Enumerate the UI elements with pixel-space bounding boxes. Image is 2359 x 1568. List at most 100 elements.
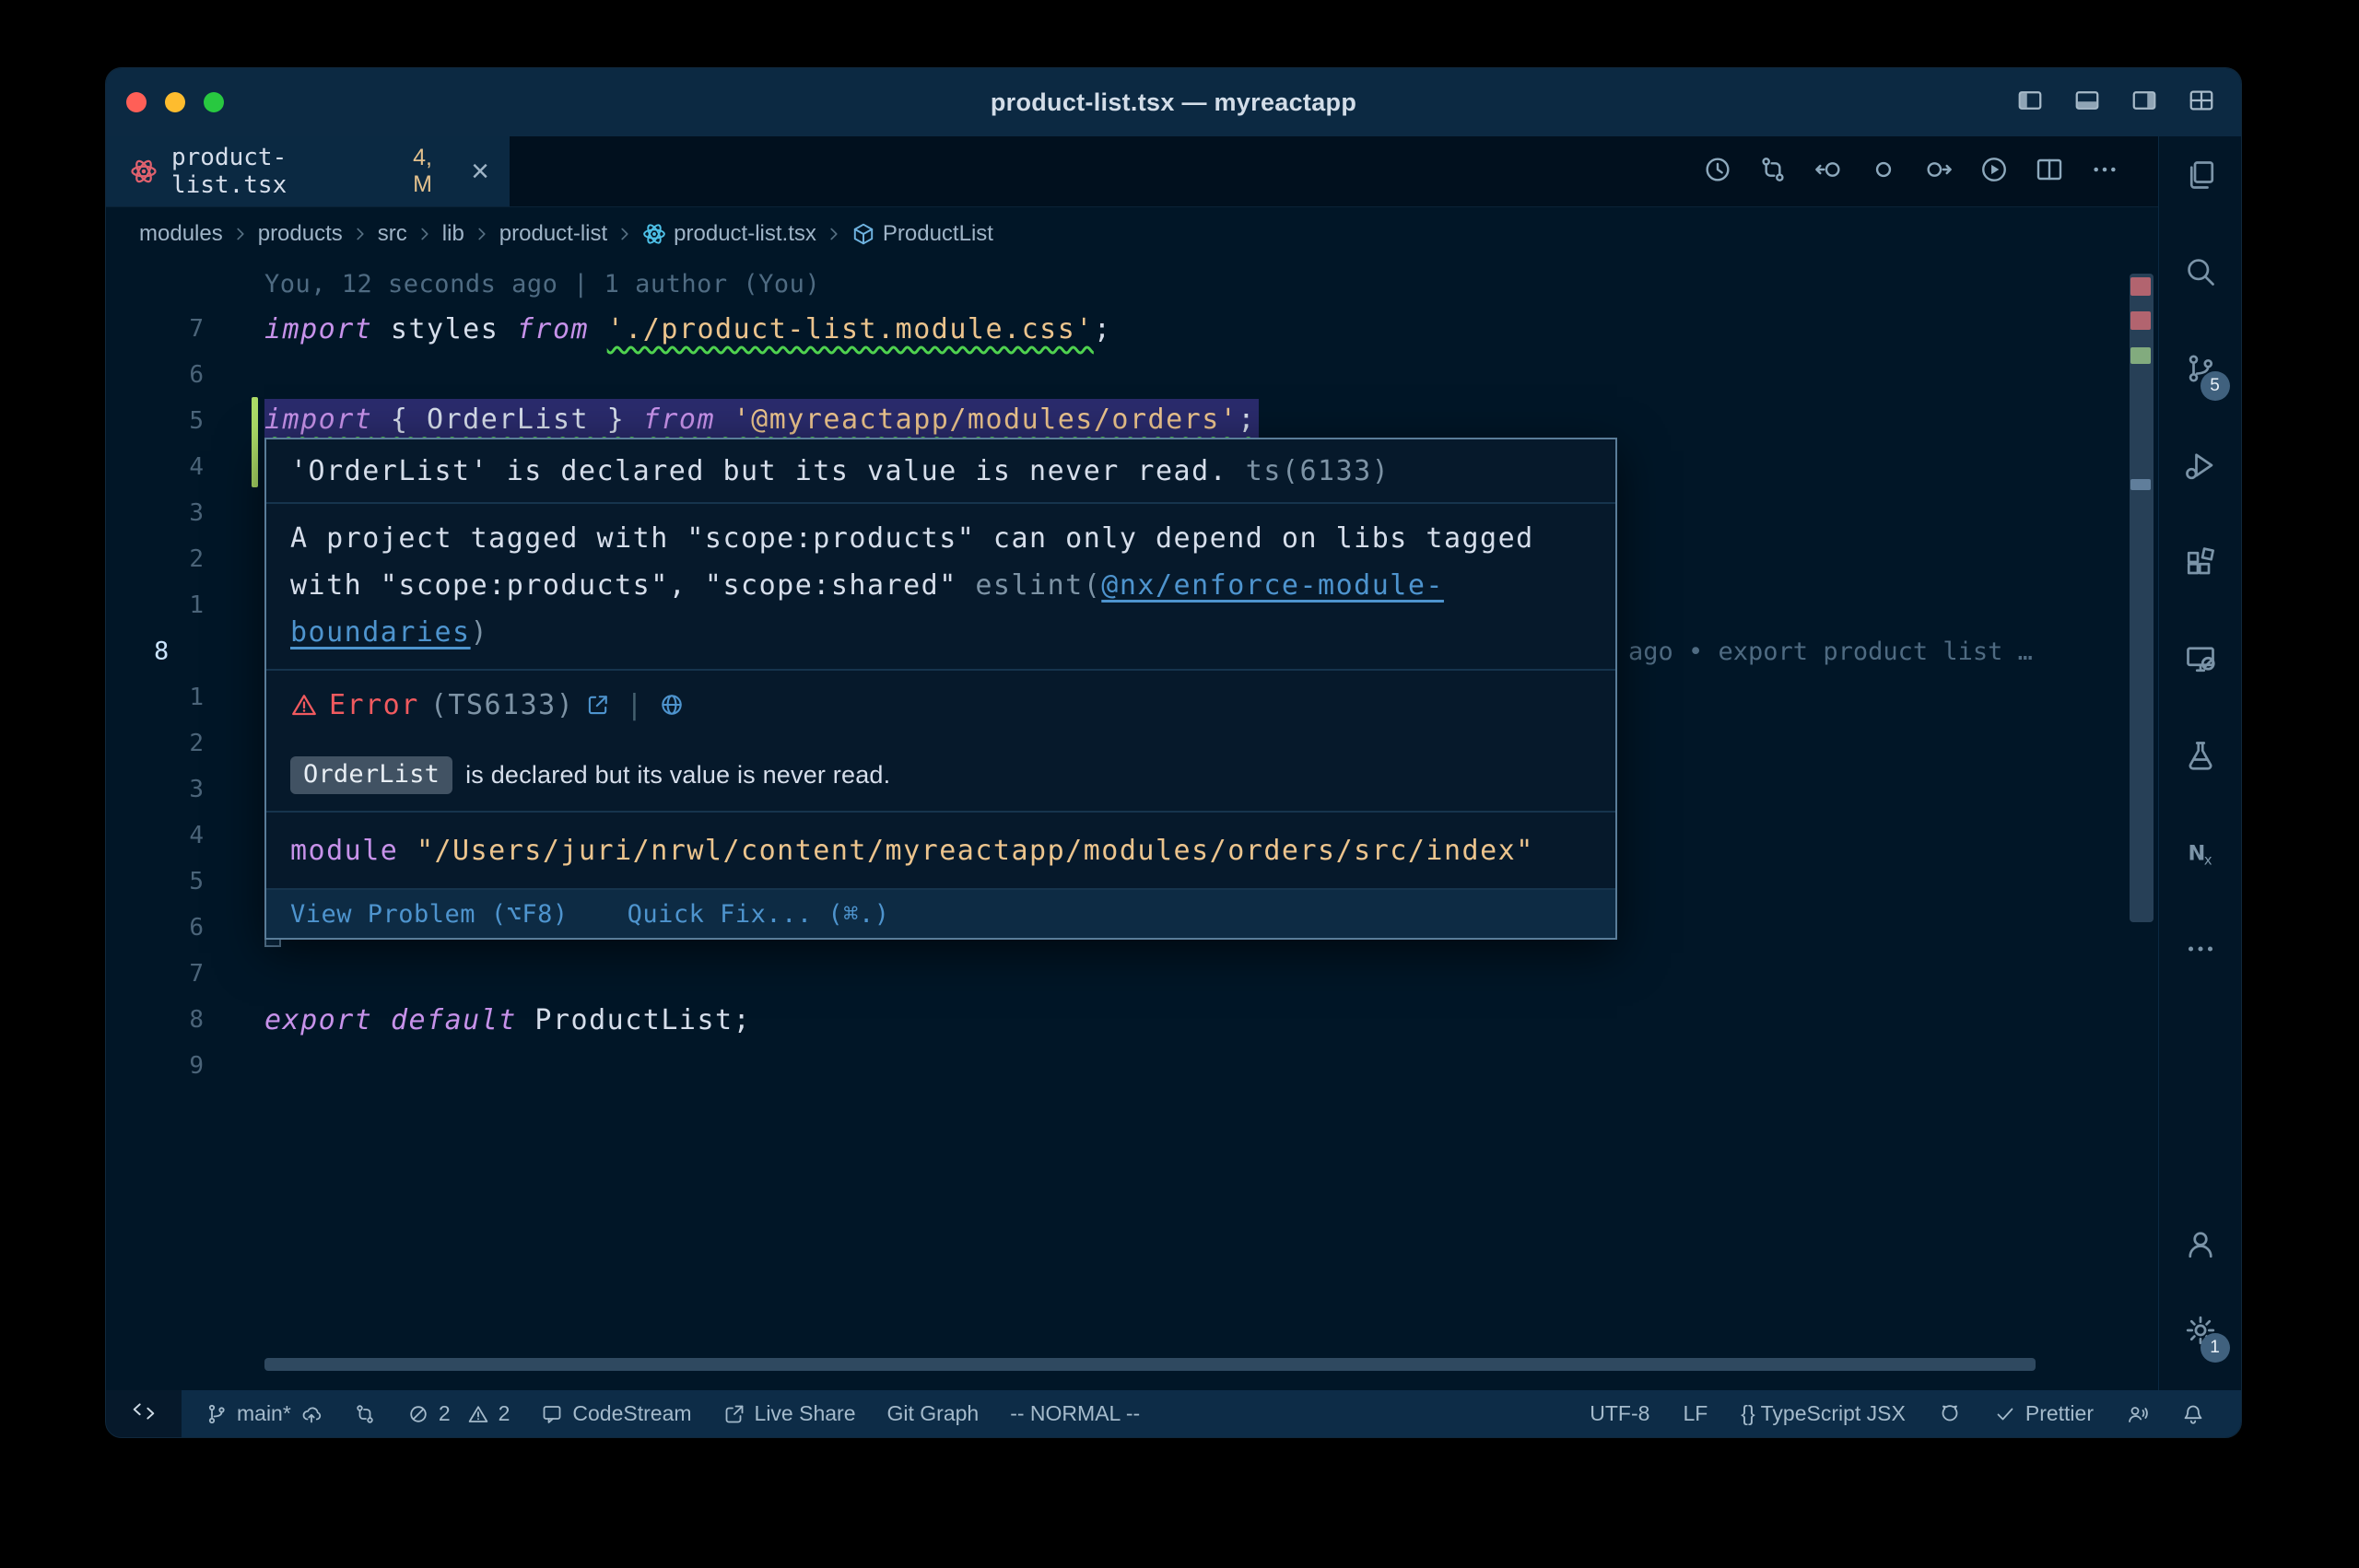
globe-icon[interactable] <box>659 692 685 718</box>
horizontal-scrollbar[interactable] <box>264 1358 2036 1371</box>
editor-layout-button[interactable] <box>2188 87 2215 119</box>
minimize-window-button[interactable] <box>165 92 185 112</box>
status-encoding[interactable]: UTF-8 <box>1590 1401 1649 1426</box>
status-notifications[interactable] <box>2182 1403 2204 1425</box>
gutter: 8 <box>106 997 264 1043</box>
breadcrumb-item-product-list[interactable]: product-list <box>499 221 607 247</box>
layout-panel-icon <box>2073 102 2101 118</box>
files-copy-icon <box>2184 158 2217 196</box>
activity-testing[interactable] <box>2184 739 2217 777</box>
line-number: 6 <box>189 914 204 942</box>
open-external-icon[interactable] <box>585 692 611 718</box>
gutter: 3 <box>106 766 264 813</box>
activity-accounts[interactable] <box>2184 1228 2217 1266</box>
status-git-graph[interactable]: Git Graph <box>887 1401 980 1426</box>
split-editor-button[interactable] <box>2035 155 2064 189</box>
close-tab-icon[interactable]: × <box>471 156 489 187</box>
remote-indicator-icon <box>132 1399 156 1429</box>
breadcrumb-label: product-list <box>499 221 607 247</box>
run-file-button[interactable] <box>1979 155 2009 189</box>
gutter: 8 <box>106 628 264 674</box>
code-line[interactable]: import styles from './product-list.modul… <box>264 313 2158 345</box>
breadcrumb-item-src[interactable]: src <box>378 221 407 247</box>
activity-badge: 1 <box>2201 1333 2230 1363</box>
view-problem-link[interactable]: View Problem (⌥F8) <box>290 900 569 929</box>
breadcrumb-item-products[interactable]: products <box>258 221 343 247</box>
titlebar: product-list.tsx — myreactapp <box>106 68 2241 136</box>
gutter: 1 <box>106 674 264 720</box>
hover-eslint-message: A project tagged with "scope:products" c… <box>266 504 1615 671</box>
breadcrumb-item-modules[interactable]: modules <box>139 221 223 247</box>
status-language-mode[interactable]: {} TypeScript JSX <box>1741 1401 1906 1426</box>
previous-change-button[interactable] <box>1813 155 1843 189</box>
activity-source-control[interactable]: 5 <box>2184 352 2217 390</box>
breadcrumb-item-lib[interactable]: lib <box>442 221 464 247</box>
status-label: LF <box>1683 1401 1708 1426</box>
status-github[interactable] <box>1939 1403 1961 1425</box>
activity-nx-console[interactable]: Nx <box>2184 836 2217 873</box>
quick-fix-link[interactable]: Quick Fix... (⌘.) <box>628 900 890 929</box>
status-remote-indicator[interactable] <box>106 1390 182 1437</box>
line-number: 4 <box>189 453 204 481</box>
status-label: {} TypeScript JSX <box>1741 1401 1906 1426</box>
status-live-share-session[interactable] <box>2127 1403 2149 1425</box>
code-token: '@myreactapp/modules/orders' <box>734 404 1238 436</box>
editor-line: 7 <box>106 951 2158 997</box>
close-window-button[interactable] <box>126 92 147 112</box>
zoom-window-button[interactable] <box>204 92 224 112</box>
activity-remote-explorer[interactable] <box>2184 642 2217 680</box>
status-vim-mode[interactable]: -- NORMAL -- <box>1010 1401 1140 1426</box>
status-prettier[interactable]: Prettier <box>1994 1401 2094 1426</box>
layout-sidebar-right-button[interactable] <box>2130 87 2158 119</box>
layout-sidebar-left-button[interactable] <box>2016 87 2044 119</box>
next-change-button[interactable] <box>1924 155 1954 189</box>
hover-diagnostic-title: 'OrderList' is declared but its value is… <box>266 439 1615 504</box>
activity-more-views[interactable] <box>2184 932 2217 970</box>
status-label: main* <box>237 1401 291 1426</box>
breadcrumb-separator-icon <box>824 224 844 244</box>
status-live-share[interactable]: Live Share <box>723 1401 856 1426</box>
line-number: 5 <box>189 407 204 435</box>
symbol-module-icon <box>851 222 875 246</box>
hover-detail-text: is declared but its value is never read. <box>465 761 890 790</box>
activity-run-debug[interactable] <box>2184 449 2217 486</box>
more-actions-button[interactable] <box>2090 155 2119 189</box>
status-problems[interactable]: 22 <box>407 1401 511 1426</box>
timeline-history-button[interactable] <box>1703 155 1732 189</box>
error-slash-icon <box>407 1403 429 1425</box>
breadcrumb-item-product-list-tsx[interactable]: product-list.tsx <box>642 221 816 247</box>
separator: | <box>626 689 644 721</box>
code-token: styles <box>372 313 517 345</box>
status-codestream[interactable]: CodeStream <box>541 1401 691 1426</box>
editor-line: 7import styles from './product-list.modu… <box>106 306 2158 352</box>
activity-settings[interactable]: 1 <box>2184 1314 2217 1352</box>
run-file-icon <box>1979 155 2009 189</box>
accounts-icon <box>2184 1228 2217 1266</box>
breadcrumb: modules products src lib product-list product… <box>106 207 2158 260</box>
code-line[interactable]: import { OrderList } from '@myreactapp/m… <box>264 399 2158 443</box>
git-compare-button[interactable] <box>1758 155 1788 189</box>
gutter: 3 <box>106 490 264 536</box>
activity-search[interactable] <box>2184 255 2217 293</box>
line-number: 3 <box>189 499 204 527</box>
breadcrumb-item-productlist[interactable]: ProductList <box>851 221 993 247</box>
code-line[interactable]: export default ProductList; <box>264 1004 2158 1036</box>
activity-extensions[interactable] <box>2184 545 2217 583</box>
codestream-icon <box>541 1403 563 1425</box>
line-number: 2 <box>189 545 204 573</box>
status-git-graph-compare[interactable] <box>354 1403 376 1425</box>
hover-text: 'OrderList' is declared but its value is… <box>290 455 1227 487</box>
status-eol[interactable]: LF <box>1683 1401 1708 1426</box>
circle-outline-button[interactable] <box>1869 155 1898 189</box>
bell-icon <box>2182 1403 2204 1425</box>
vscode-window: product-list.tsx — myreactapp product-li… <box>105 67 2242 1438</box>
line-number: 3 <box>189 776 204 803</box>
line-number: 1 <box>189 591 204 619</box>
tab-product-list[interactable]: product-list.tsx 4, M × <box>106 136 510 206</box>
hover-text: "/Users/juri/nrwl/content/myreactapp/mod… <box>417 835 1534 867</box>
activity-explorer[interactable] <box>2184 158 2217 196</box>
check-icon <box>1994 1403 2016 1425</box>
status-git-branch[interactable]: main* <box>205 1401 323 1426</box>
layout-panel-button[interactable] <box>2073 87 2101 119</box>
vertical-scrollbar[interactable] <box>2130 274 2154 922</box>
